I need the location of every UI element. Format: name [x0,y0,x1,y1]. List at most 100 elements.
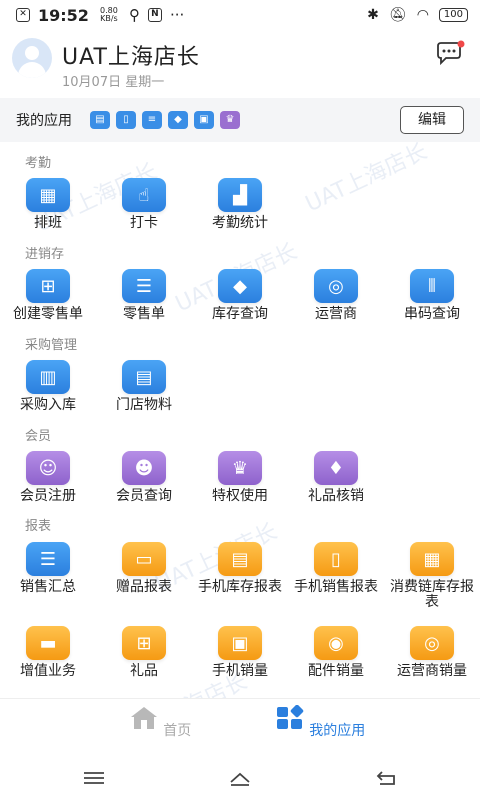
app-purchase-inbound[interactable]: ▥ 采购入库 [0,360,96,413]
store-materials-icon: ▤ [122,360,166,394]
my-apps-bar: 我的应用 ▤ ▯ ≡ ◆ ▣ ♛ 编辑 [0,98,480,142]
app-consumer-chain-stock-report[interactable]: ▦ 消费链库存报表 [384,542,480,610]
list-mini-icon: ≡ [142,111,162,129]
app-sales-summary[interactable]: ☰ 销售汇总 [0,542,96,595]
crown-icon: ♛ [218,451,262,485]
gift-bag-icon: ♦ [314,451,358,485]
sim-mini-icon: ▣ [194,111,214,129]
weekday-text: 星期一 [125,75,165,90]
app-store-materials[interactable]: ▤ 门店物料 [96,360,192,413]
app-label: 串码查询 [404,306,460,322]
app-gift-report[interactable]: ▭ 赠品报表 [96,542,192,595]
network-speed: 0.80 KB/s [97,7,121,23]
crown-mini-icon: ♛ [220,111,240,129]
user-add-icon: ☺ [26,451,70,485]
app-member-query[interactable]: ☻ 会员查询 [96,451,192,504]
mute-icon: 🔕︎ [388,7,407,23]
receipt-icon: ▦ [410,542,454,576]
user-search-icon: ☻ [122,451,166,485]
app-attendance-stats[interactable]: ▟ 考勤统计 [192,178,288,231]
app-label: 礼品核销 [308,488,364,504]
bottom-tab-bar: 首页 我的应用 [0,698,480,756]
globe-icon: ◎ [410,626,454,660]
app-member-register[interactable]: ☺ 会员注册 [0,451,96,504]
app-label: 消费链库存报表 [390,579,474,610]
stats-chart-icon: ▟ [218,178,262,212]
app-label: 手机销售报表 [294,579,378,595]
app-schedule[interactable]: ▦ 排班 [0,178,96,231]
phone-icon: ▯ [314,542,358,576]
section-title-member: 会员 [25,429,52,444]
schedule-icon: ▦ [26,178,70,212]
doc-mini-icon: ▯ [116,111,136,129]
date-line: 10月07日 星期一 [62,71,164,90]
app-gifts[interactable]: ⊞ 礼品 [96,626,192,679]
app-phone-stock-report[interactable]: ▤ 手机库存报表 [192,542,288,595]
tab-my-apps-label: 我的应用 [309,723,366,739]
my-apps-icon-strip: ▤ ▯ ≡ ◆ ▣ ♛ [90,111,240,129]
speed-unit: KB/s [100,14,118,23]
date-text: 10月07日 [62,75,122,90]
app-label: 特权使用 [212,488,268,504]
app-phone-sales-report[interactable]: ▯ 手机销售报表 [288,542,384,595]
tab-home[interactable]: 首页 [80,705,240,740]
section-title-attendance: 考勤 [25,156,52,171]
tab-home-label: 首页 [163,723,192,739]
app-retail-orders[interactable]: ☰ 零售单 [96,269,192,322]
section-title-reports: 报表 [25,519,52,534]
profile-header: UAT上海店长 10月07日 星期一 [0,30,480,96]
app-gift-redeem[interactable]: ♦ 礼品核销 [288,451,384,504]
app-value-added-services[interactable]: ▬ 增值业务 [0,626,96,679]
app-carrier-sales-volume[interactable]: ◎ 运营商销量 [384,626,480,679]
app-clock-in[interactable]: ☝ 打卡 [96,178,192,231]
app-label: 销售汇总 [20,579,76,595]
my-apps-title: 我的应用 [16,113,72,129]
wifi-icon: ◠ [416,7,429,23]
phone-sales-icon: ▣ [218,626,262,660]
shopping-bag-icon: ⊞ [26,269,70,303]
back-icon[interactable] [374,768,398,788]
app-label: 采购入库 [20,397,76,413]
section-title-inventory: 进销存 [25,247,65,262]
home-button-icon[interactable] [228,768,252,788]
status-time: 19:52 [38,5,89,25]
globe-icon: ◎ [314,269,358,303]
list-icon: ☰ [26,542,70,576]
menu-icon[interactable] [82,768,106,788]
app-serial-query[interactable]: ⦀ 串码查询 [384,269,480,322]
app-stock-query[interactable]: ◆ 库存查询 [192,269,288,322]
app-label: 运营商销量 [397,663,467,679]
apps-grid-icon [276,704,304,729]
accessory-icon: ◉ [314,626,358,660]
schedule-mini-icon: ▤ [90,111,110,129]
system-navigation-bar [0,756,480,800]
edit-button[interactable]: 编辑 [400,106,464,134]
app-label: 增值业务 [20,663,76,679]
home-icon [130,707,157,729]
notification-icon: ✕ [16,8,30,22]
message-icon[interactable] [434,40,466,66]
app-label: 赠品报表 [116,579,172,595]
app-carrier[interactable]: ◎ 运营商 [288,269,384,322]
app-label: 库存查询 [212,306,268,322]
app-accessory-sales-volume[interactable]: ◉ 配件销量 [288,626,384,679]
box-mini-icon: ◆ [168,111,188,129]
tab-my-apps[interactable]: 我的应用 [240,704,400,740]
app-label: 排班 [34,215,62,231]
more-icon: ··· [169,6,185,24]
app-privilege-use[interactable]: ♛ 特权使用 [192,451,288,504]
app-label: 手机销量 [212,663,268,679]
app-phone-sales-volume[interactable]: ▣ 手机销量 [192,626,288,679]
watermark: UAT上海店长 [301,139,432,218]
report-doc-icon: ▤ [218,542,262,576]
list-icon: ☰ [122,269,166,303]
section-title-purchase: 采购管理 [25,338,78,353]
building-add-icon: ▥ [26,360,70,394]
app-label: 运营商 [315,306,357,322]
usb-icon: ⚲ [128,6,140,24]
app-create-retail-order[interactable]: ⊞ 创建零售单 [0,269,96,322]
avatar[interactable] [12,38,52,78]
app-label: 礼品 [130,663,158,679]
card-hand-icon: ▬ [26,626,70,660]
app-label: 会员查询 [116,488,172,504]
